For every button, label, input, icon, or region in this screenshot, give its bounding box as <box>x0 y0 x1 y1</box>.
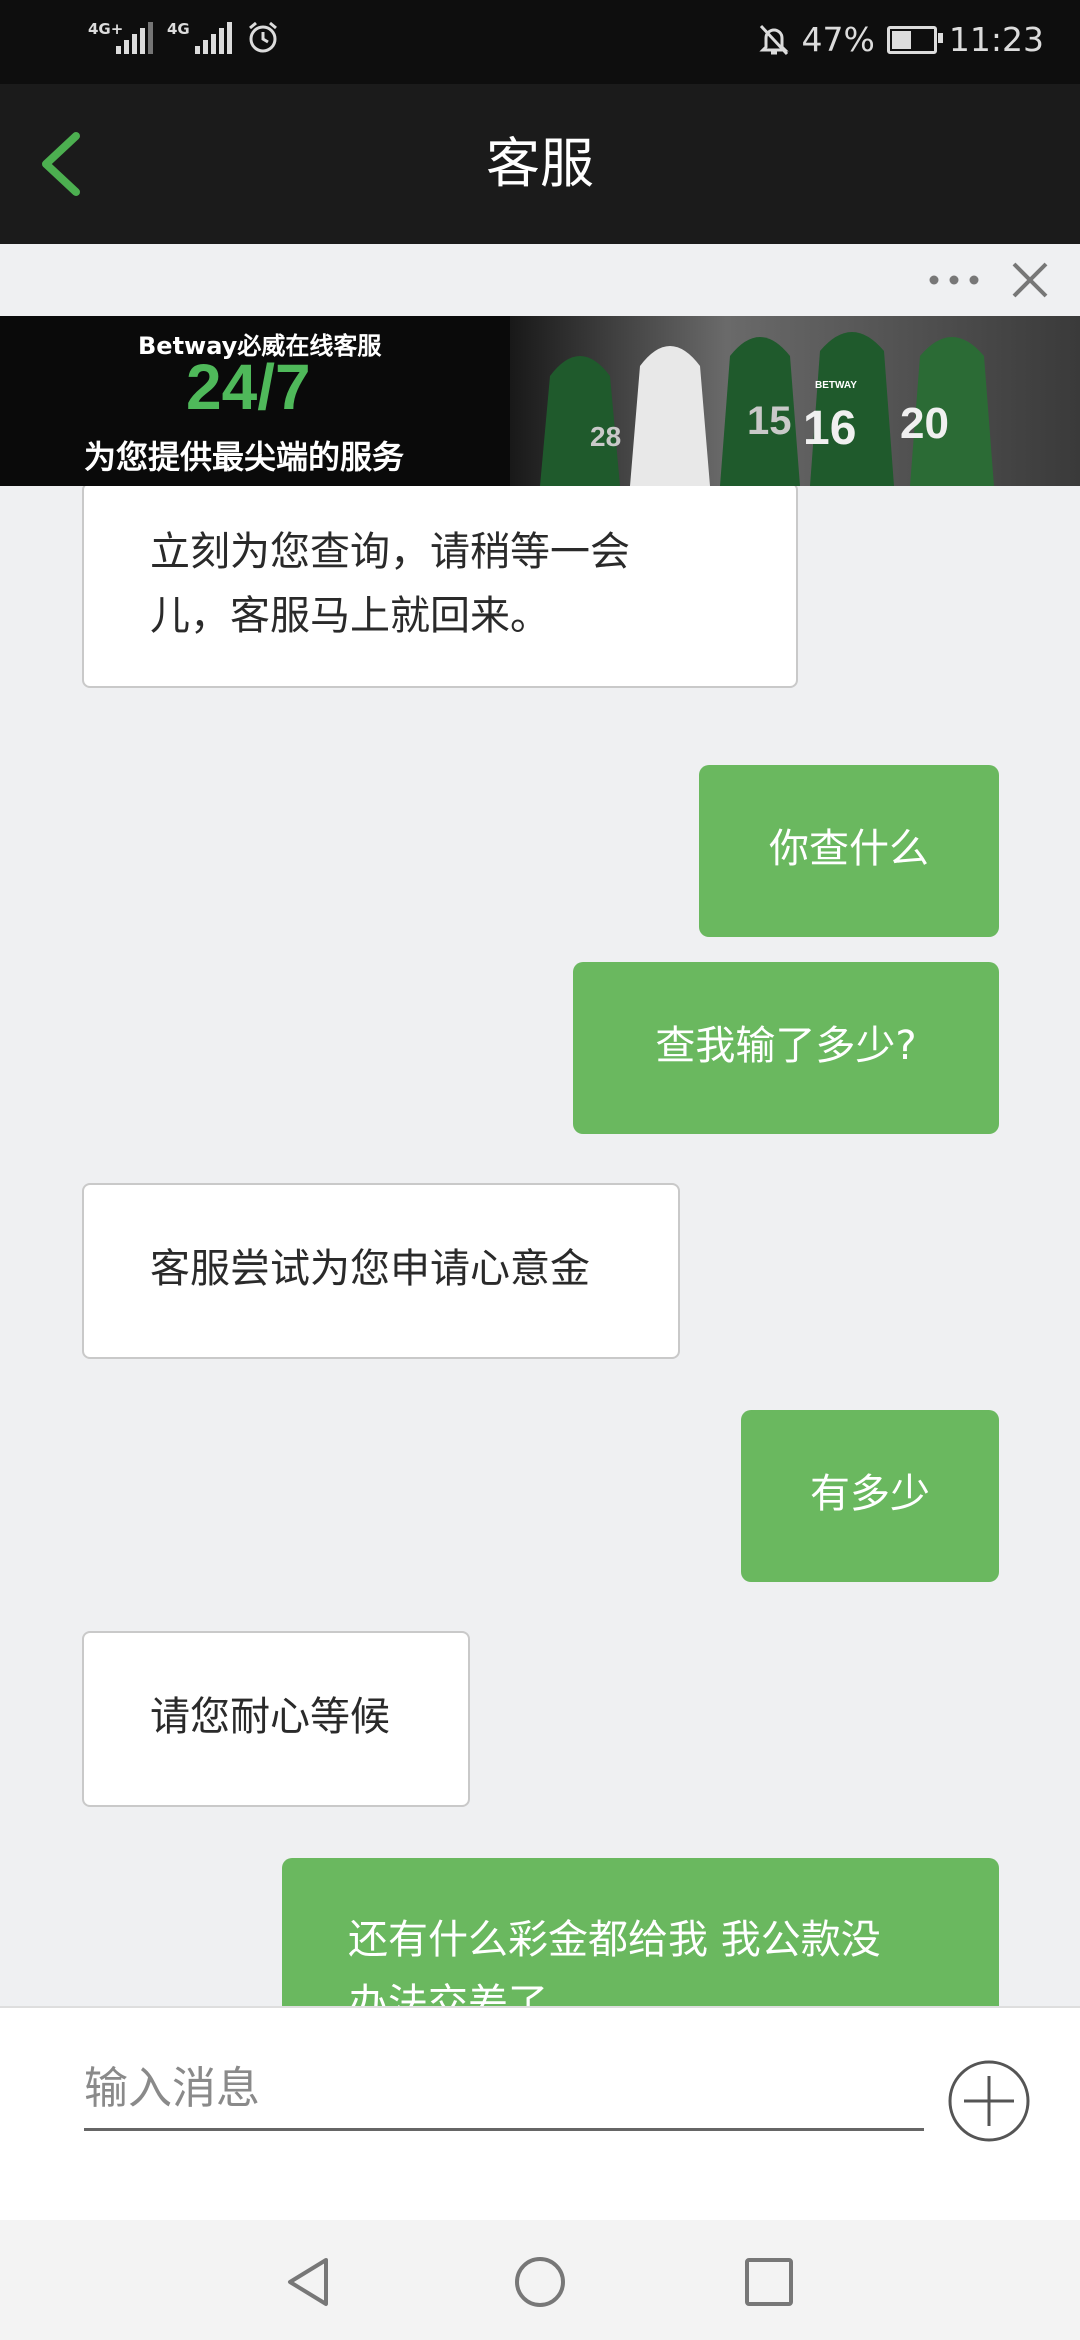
user-message: 查我输了多少? <box>573 962 999 1134</box>
status-right: 47% 11:23 <box>758 20 1044 59</box>
web-toolbar <box>0 244 1080 316</box>
message-input[interactable] <box>84 2048 924 2131</box>
signal-icon: 4G+ <box>88 20 153 54</box>
alarm-icon <box>249 21 277 53</box>
message-composer <box>0 2006 1080 2222</box>
message-line: 客服尝试为您申请心意金 <box>150 1246 590 1292</box>
banner-players-image: 28 15 BETWAY 16 20 <box>510 316 1080 486</box>
page-title: 客服 <box>486 132 594 195</box>
agent-message: 客服尝试为您申请心意金 <box>82 1183 680 1359</box>
mute-notifications-icon <box>758 24 789 55</box>
header: 客服 <box>0 84 1080 244</box>
network-type-label: 4G+ <box>88 20 124 38</box>
signal-icon: 4G <box>167 20 232 54</box>
user-message: 还有什么彩金都给我 我公款没 办法交差了 <box>282 1858 999 2006</box>
agent-message: 立刻为您查询，请稍等一会 儿，客服马上就回来。 <box>82 486 798 688</box>
jersey-number: 28 <box>590 421 621 452</box>
recents-square-icon[interactable] <box>741 2254 797 2310</box>
message-line: 查我输了多少? <box>655 1023 917 1069</box>
banner-line3: 为您提供最尖端的服务 <box>84 438 405 476</box>
message-line: 请您耐心等候 <box>150 1694 390 1740</box>
message-line: 还有什么彩金都给我 我公款没 <box>348 1917 881 1963</box>
user-message: 你查什么 <box>699 765 999 937</box>
message-line: 立刻为您查询，请稍等一会 <box>150 529 630 575</box>
close-icon[interactable] <box>1010 260 1050 300</box>
battery-charging-icon <box>886 25 943 54</box>
agent-message: 请您耐心等候 <box>82 1631 470 1807</box>
jersey-number: 15 <box>747 399 792 443</box>
jersey-number: 16 <box>803 402 856 455</box>
message-line: 你查什么 <box>769 826 929 872</box>
chat-messages[interactable]: 立刻为您查询，请稍等一会 儿，客服马上就回来。 你查什么 查我输了多少? 客服尝… <box>0 486 1080 2006</box>
jersey-brand: BETWAY <box>815 380 857 391</box>
status-bar: 4G+ 4G 47% 11:23 <box>0 0 1080 84</box>
user-message: 有多少 <box>741 1410 999 1582</box>
status-left: 4G+ 4G <box>88 20 280 54</box>
network-type-label: 4G <box>167 20 190 38</box>
banner-line2: 24/7 <box>186 351 311 423</box>
more-dots-icon[interactable] <box>928 266 980 294</box>
message-line: 办法交差了 <box>348 1981 548 2006</box>
message-line: 儿，客服马上就回来。 <box>150 593 550 639</box>
system-nav-bar <box>0 2220 1080 2340</box>
battery-percent: 47% <box>801 20 875 59</box>
plus-circle-icon[interactable] <box>948 2060 1030 2142</box>
message-line: 有多少 <box>810 1471 930 1517</box>
home-circle-icon[interactable] <box>512 2254 568 2310</box>
jersey-number: 20 <box>900 399 949 448</box>
clock: 11:23 <box>948 20 1044 59</box>
promo-banner[interactable]: Betway必威在线客服 24/7 为您提供最尖端的服务 28 15 BETWA… <box>0 316 1080 486</box>
back-triangle-icon[interactable] <box>280 2254 336 2310</box>
